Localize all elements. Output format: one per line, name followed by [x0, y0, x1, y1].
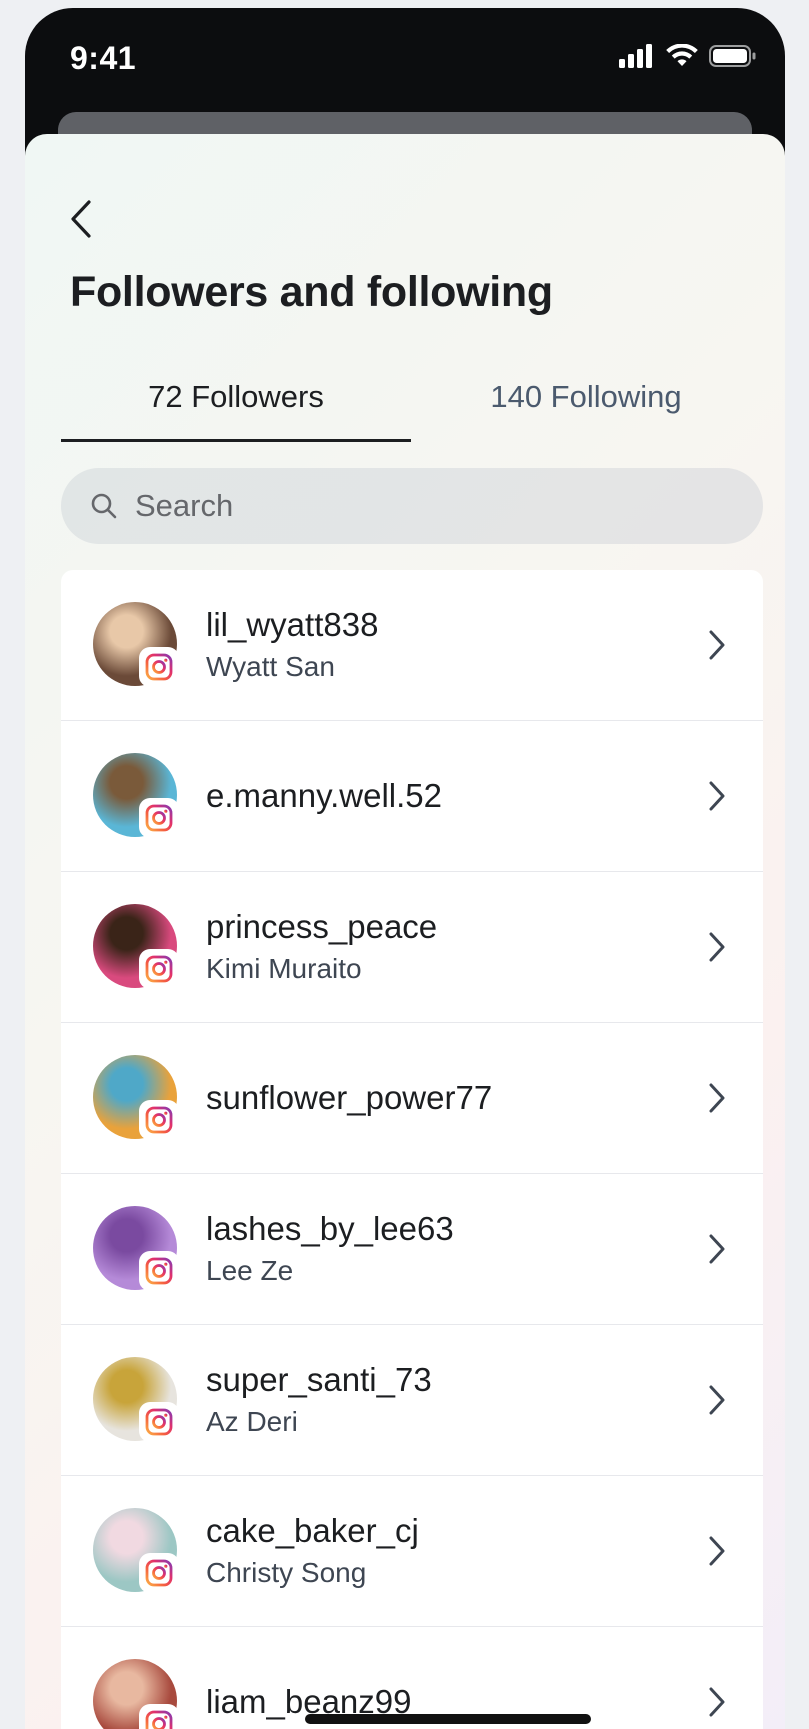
- user-text: sunflower_power77: [206, 1023, 492, 1173]
- battery-icon: [709, 45, 756, 67]
- phone-frame: 9:41 Followers and following 72 Follower…: [25, 8, 785, 1729]
- followers-list: lil_wyatt838 Wyatt San e.manny.well.52 prin…: [61, 570, 763, 1729]
- full-name: Christy Song: [206, 1557, 367, 1588]
- followers-sheet: Followers and following 72 Followers 140…: [25, 134, 785, 1729]
- search-icon: [91, 493, 117, 519]
- instagram-badge: [139, 1100, 179, 1140]
- instagram-badge: [139, 1704, 179, 1729]
- instagram-icon: [145, 1257, 173, 1285]
- username: princess_peace: [206, 908, 438, 945]
- user-text: e.manny.well.52: [206, 721, 442, 871]
- instagram-icon: [145, 804, 173, 832]
- status-bar: 9:41: [25, 8, 785, 118]
- chevron-right-icon: [709, 932, 725, 962]
- tab-followers[interactable]: 72 Followers: [61, 354, 411, 442]
- user-text: cake_baker_cj Christy Song: [206, 1476, 419, 1626]
- instagram-icon: [145, 1710, 173, 1729]
- instagram-icon: [145, 653, 173, 681]
- list-item[interactable]: lashes_by_lee63 Lee Ze: [61, 1174, 763, 1325]
- user-text: lashes_by_lee63 Lee Ze: [206, 1174, 454, 1324]
- full-name: Az Deri: [206, 1406, 298, 1437]
- page-title: Followers and following: [70, 268, 553, 316]
- instagram-badge: [139, 1251, 179, 1291]
- chevron-right-icon: [709, 781, 725, 811]
- active-tab-indicator: [61, 439, 411, 442]
- tab-followers-label: 72 Followers: [148, 379, 324, 414]
- chevron-left-icon: [71, 200, 91, 238]
- chevron-right-icon: [709, 1083, 725, 1113]
- tab-following[interactable]: 140 Following: [411, 354, 761, 440]
- chevron-right-icon: [709, 1536, 725, 1566]
- user-text: lil_wyatt838 Wyatt San: [206, 570, 378, 720]
- chevron-right-icon: [709, 1234, 725, 1264]
- instagram-icon: [145, 955, 173, 983]
- chevron-right-icon: [709, 1385, 725, 1415]
- full-name: Kimi Muraito: [206, 953, 362, 984]
- list-item[interactable]: lil_wyatt838 Wyatt San: [61, 570, 763, 721]
- search-bar[interactable]: [61, 468, 763, 544]
- list-item[interactable]: princess_peace Kimi Muraito: [61, 872, 763, 1023]
- list-item[interactable]: super_santi_73 Az Deri: [61, 1325, 763, 1476]
- tab-following-label: 140 Following: [490, 379, 682, 414]
- instagram-badge: [139, 798, 179, 838]
- back-button[interactable]: [61, 194, 101, 244]
- instagram-icon: [145, 1559, 173, 1587]
- chevron-right-icon: [709, 1687, 725, 1717]
- full-name: Lee Ze: [206, 1255, 294, 1286]
- signal-icon: [619, 44, 652, 68]
- instagram-badge: [139, 647, 179, 687]
- username: lil_wyatt838: [206, 606, 379, 643]
- status-time: 9:41: [70, 40, 137, 76]
- instagram-badge: [139, 949, 179, 989]
- username: e.manny.well.52: [206, 777, 443, 814]
- user-text: super_santi_73 Az Deri: [206, 1325, 432, 1475]
- instagram-icon: [145, 1408, 173, 1436]
- username: lashes_by_lee63: [206, 1210, 454, 1247]
- list-item[interactable]: cake_baker_cj Christy Song: [61, 1476, 763, 1627]
- tab-bar: 72 Followers 140 Following: [61, 354, 761, 444]
- list-item[interactable]: sunflower_power77: [61, 1023, 763, 1174]
- instagram-badge: [139, 1402, 179, 1442]
- chevron-right-icon: [709, 630, 725, 660]
- user-text: princess_peace Kimi Muraito: [206, 872, 437, 1022]
- wifi-icon: [666, 44, 698, 66]
- full-name: Wyatt San: [206, 651, 335, 682]
- status-icons: [619, 44, 757, 68]
- instagram-badge: [139, 1553, 179, 1593]
- list-item[interactable]: e.manny.well.52: [61, 721, 763, 872]
- home-indicator[interactable]: [305, 1714, 591, 1724]
- username: sunflower_power77: [206, 1079, 493, 1116]
- username: cake_baker_cj: [206, 1512, 419, 1549]
- username: super_santi_73: [206, 1361, 432, 1398]
- instagram-icon: [145, 1106, 173, 1134]
- search-input[interactable]: [133, 487, 737, 525]
